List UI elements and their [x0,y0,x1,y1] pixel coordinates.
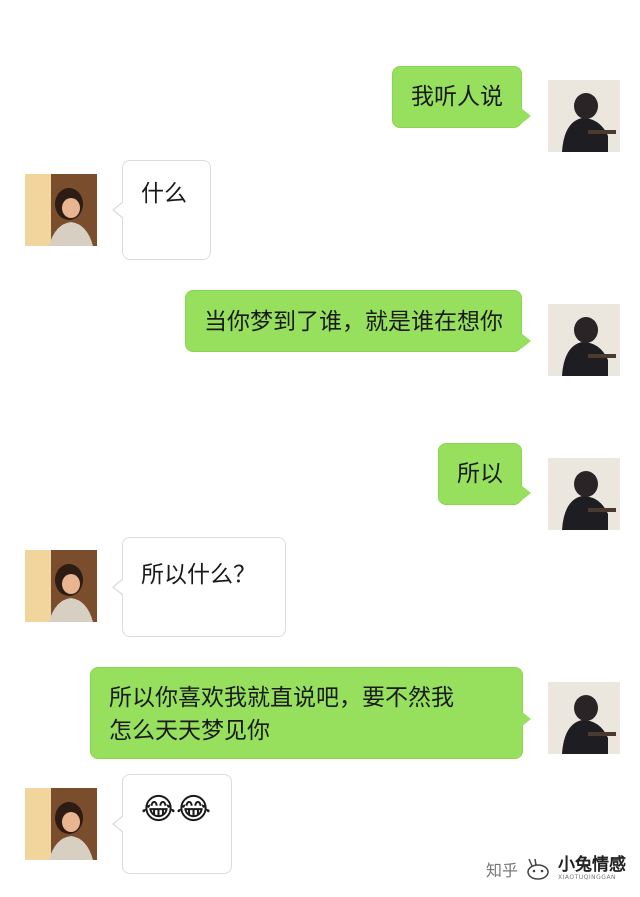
message-text: 所以什么？ [141,562,256,588]
message-text: 我听人说 [411,84,503,110]
person-avatar-icon [25,174,97,246]
brand-name: 小兔情感 [558,854,626,875]
person-avatar-icon [548,304,620,376]
message-bubble[interactable]: 所以什么？ [122,537,286,637]
bubble-tail [521,711,531,727]
watermark: 知乎 小兔情感 XIAOTUQINGGAN [485,854,626,881]
contact-avatar[interactable] [25,174,97,246]
person-avatar-icon [548,80,620,152]
message-text: 当你梦到了谁，就是谁在想你 [204,309,503,335]
self-avatar[interactable] [548,80,620,152]
message-bubble[interactable]: 当你梦到了谁，就是谁在想你 [185,290,522,352]
message-bubble[interactable]: 所以你喜欢我就直说吧，要不然我 怎么天天梦见你 [90,667,523,759]
person-avatar-icon [25,550,97,622]
message-text-line: 所以你喜欢我就直说吧，要不然我 [109,685,454,711]
zhihu-logo: 知乎 [485,860,518,880]
laughing-crying-emoji-icon: 😂😂 [141,792,212,827]
message-text: 所以 [457,461,503,487]
bubble-tail [114,202,124,218]
person-avatar-icon [25,788,97,860]
message-bubble[interactable]: 我听人说 [392,66,522,128]
message-bubble[interactable]: 什么 [122,160,211,260]
bubble-tail [521,333,531,349]
self-avatar[interactable] [548,458,620,530]
rabbit-logo-icon [527,858,549,880]
person-avatar-icon [548,458,620,530]
bubble-tail [114,816,124,832]
person-avatar-icon [548,682,620,754]
bubble-tail [521,108,531,124]
message-bubble[interactable]: 😂😂 [122,774,232,874]
self-avatar[interactable] [548,682,620,754]
brand-subtitle: XIAOTUQINGGAN [558,873,617,881]
contact-avatar[interactable] [25,788,97,860]
contact-avatar[interactable] [25,550,97,622]
self-avatar[interactable] [548,304,620,376]
message-text: 什么 [141,181,187,207]
message-bubble[interactable]: 所以 [438,443,522,505]
bubble-tail [521,485,531,501]
bubble-tail [114,579,124,595]
message-text-line: 怎么天天梦见你 [109,718,270,744]
